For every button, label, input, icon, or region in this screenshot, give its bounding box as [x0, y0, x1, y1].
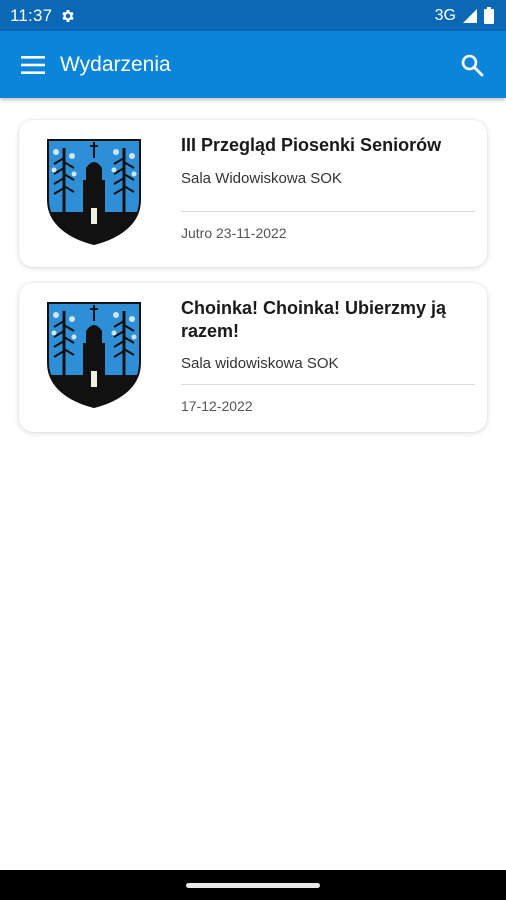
- signal-icon: [462, 8, 478, 24]
- home-gesture-handle[interactable]: [186, 882, 320, 888]
- event-list: III Przegląd Piosenki Seniorów Sala Wido…: [0, 98, 506, 870]
- event-image-wrap: [19, 283, 169, 432]
- search-icon[interactable]: [458, 51, 486, 79]
- event-venue: Sala widowiskowa SOK: [181, 355, 339, 372]
- event-card-body: III Przegląd Piosenki Seniorów Sala Wido…: [169, 120, 487, 267]
- divider: [181, 384, 475, 385]
- network-type: 3G: [434, 6, 456, 24]
- divider: [181, 211, 475, 212]
- event-venue: Sala Widowiskowa SOK: [181, 170, 342, 187]
- status-time: 11:37: [10, 5, 53, 25]
- event-date: Jutro 23-11-2022: [181, 225, 287, 241]
- event-date: 17-12-2022: [181, 398, 253, 414]
- event-title: III Przegląd Piosenki Seniorów: [181, 135, 442, 155]
- status-left: 11:37: [10, 6, 76, 26]
- event-image-wrap: [19, 120, 169, 267]
- coat-of-arms-icon: [47, 139, 141, 246]
- page-title: Wydarzenia: [60, 52, 171, 76]
- event-title: Choinka! Choinka! Ubierzmy ją razem!: [181, 298, 447, 341]
- event-card-body: Choinka! Choinka! Ubierzmy ją razem! Sal…: [169, 283, 487, 432]
- gear-icon: [60, 8, 76, 24]
- status-bar: 11:37 3G: [0, 0, 506, 31]
- battery-icon: [484, 7, 494, 24]
- menu-icon[interactable]: [20, 52, 46, 78]
- navigation-bar: [0, 870, 506, 900]
- event-card[interactable]: III Przegląd Piosenki Seniorów Sala Wido…: [19, 120, 487, 267]
- event-card[interactable]: Choinka! Choinka! Ubierzmy ją razem! Sal…: [19, 283, 487, 432]
- status-right: 3G: [435, 7, 494, 25]
- coat-of-arms-icon: [47, 302, 141, 409]
- app-bar: Wydarzenia: [0, 31, 506, 98]
